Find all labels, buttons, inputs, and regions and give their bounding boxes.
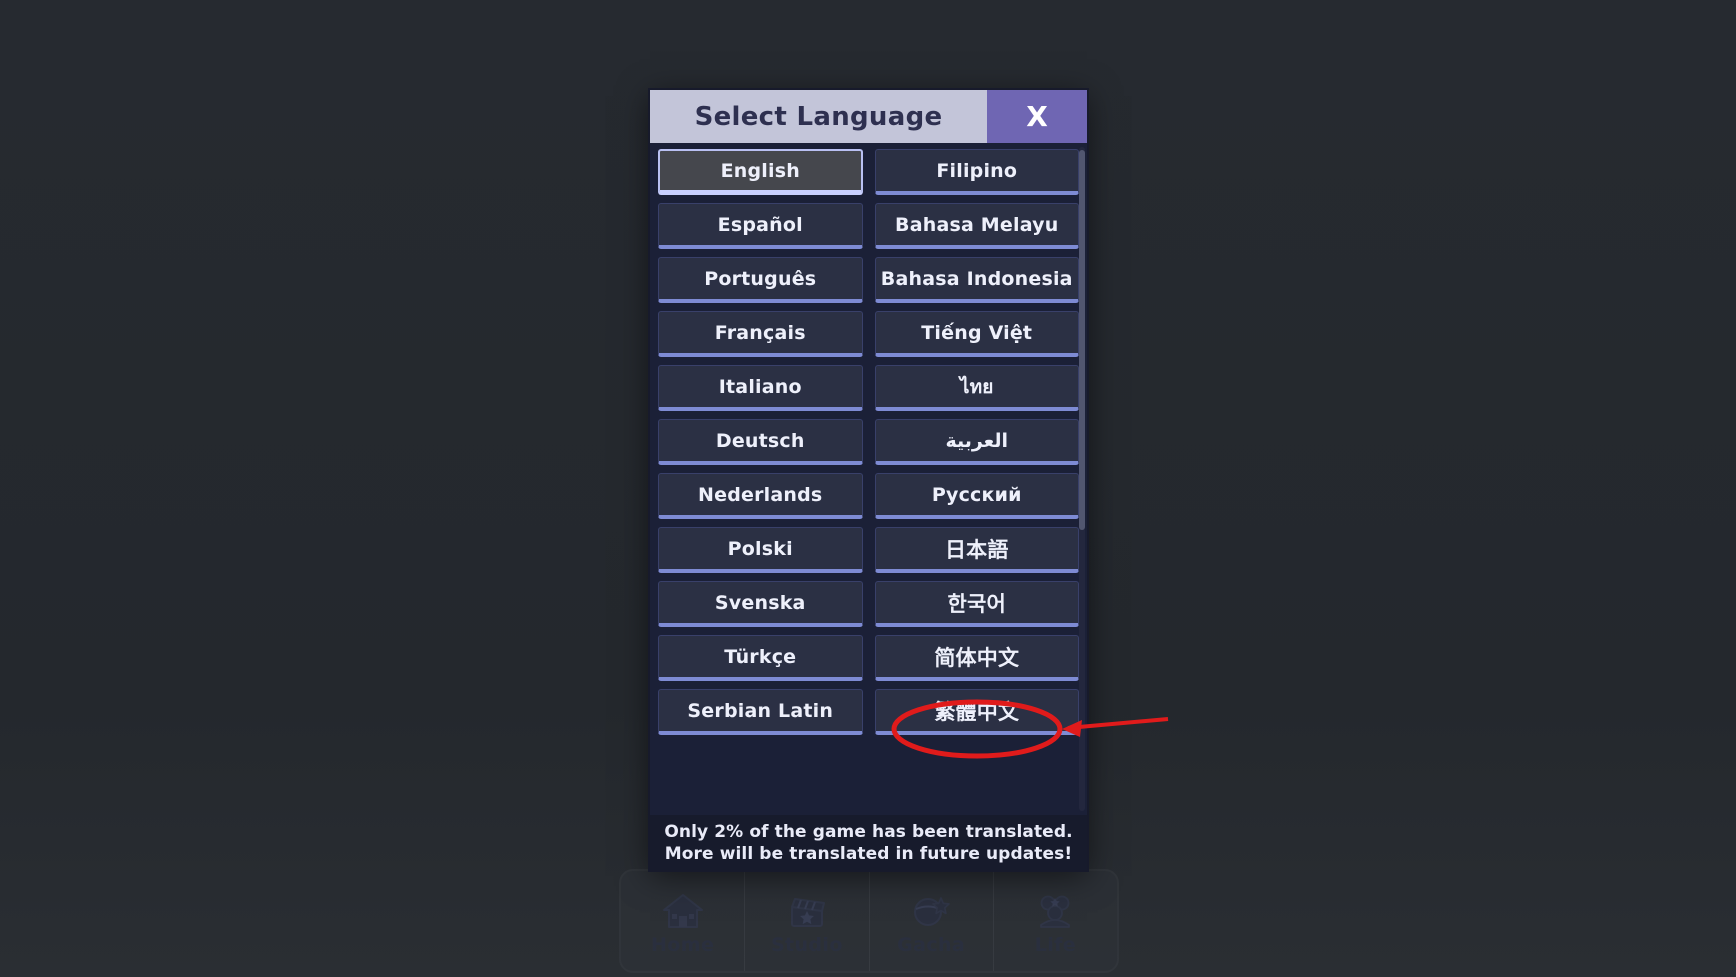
language-option-filipino[interactable]: Filipino: [874, 149, 1079, 195]
dialog-title-bar: Select Language X: [650, 90, 1087, 143]
nav-tab-gacha[interactable]: Gacha: [870, 871, 994, 971]
language-option-arabic[interactable]: العربية: [874, 419, 1079, 465]
language-grid: English Filipino Español Bahasa Melayu P…: [658, 149, 1079, 735]
language-option-deutsch[interactable]: Deutsch: [658, 419, 863, 465]
bottom-navigation-bar: Home Studio Gacha Life: [619, 869, 1119, 973]
language-option-japanese[interactable]: 日本語: [874, 527, 1079, 573]
select-language-dialog: Select Language X English Filipino Españ…: [650, 90, 1087, 870]
language-option-simplified-chinese[interactable]: 简体中文: [874, 635, 1079, 681]
language-option-english[interactable]: English: [658, 149, 863, 195]
language-option-portugues[interactable]: Português: [658, 257, 863, 303]
language-option-turkce[interactable]: Türkçe: [658, 635, 863, 681]
language-option-serbian-latin[interactable]: Serbian Latin: [658, 689, 863, 735]
flower-icon: [1032, 891, 1078, 931]
language-option-korean[interactable]: 한국어: [874, 581, 1079, 627]
nav-tab-studio[interactable]: Studio: [745, 871, 870, 971]
language-option-bahasa-melayu[interactable]: Bahasa Melayu: [874, 203, 1079, 249]
clapperboard-icon: [784, 891, 830, 931]
language-option-francais[interactable]: Français: [658, 311, 863, 357]
language-option-svenska[interactable]: Svenska: [658, 581, 863, 627]
language-list-scrollbar-thumb[interactable]: [1079, 150, 1085, 530]
nav-tab-life-label: Life: [1034, 933, 1077, 956]
language-list-scroll-area[interactable]: English Filipino Español Bahasa Melayu P…: [650, 143, 1087, 815]
house-icon: [660, 891, 706, 931]
language-option-thai[interactable]: ไทย: [874, 365, 1079, 411]
gacha-ball-icon: [908, 891, 954, 931]
nav-tab-life[interactable]: Life: [994, 871, 1117, 971]
nav-tab-studio-label: Studio: [770, 933, 843, 956]
translation-notice-line-1: Only 2% of the game has been translated.: [664, 821, 1073, 842]
language-option-bahasa-indonesia[interactable]: Bahasa Indonesia: [874, 257, 1079, 303]
nav-tab-home-label: Home: [651, 933, 715, 956]
close-x-icon[interactable]: X: [987, 90, 1087, 143]
nav-tab-gacha-label: Gacha: [897, 933, 966, 956]
language-option-russian[interactable]: Русский: [874, 473, 1079, 519]
language-option-nederlands[interactable]: Nederlands: [658, 473, 863, 519]
translation-notice-line-2: More will be translated in future update…: [664, 843, 1073, 864]
language-option-polski[interactable]: Polski: [658, 527, 863, 573]
dialog-title: Select Language: [650, 90, 987, 143]
language-option-traditional-chinese[interactable]: 繁體中文: [874, 689, 1079, 735]
translation-notice: Only 2% of the game has been translated.…: [650, 815, 1087, 870]
nav-tab-home[interactable]: Home: [621, 871, 746, 971]
language-option-italiano[interactable]: Italiano: [658, 365, 863, 411]
language-option-espanol[interactable]: Español: [658, 203, 863, 249]
language-option-tieng-viet[interactable]: Tiếng Việt: [874, 311, 1079, 357]
